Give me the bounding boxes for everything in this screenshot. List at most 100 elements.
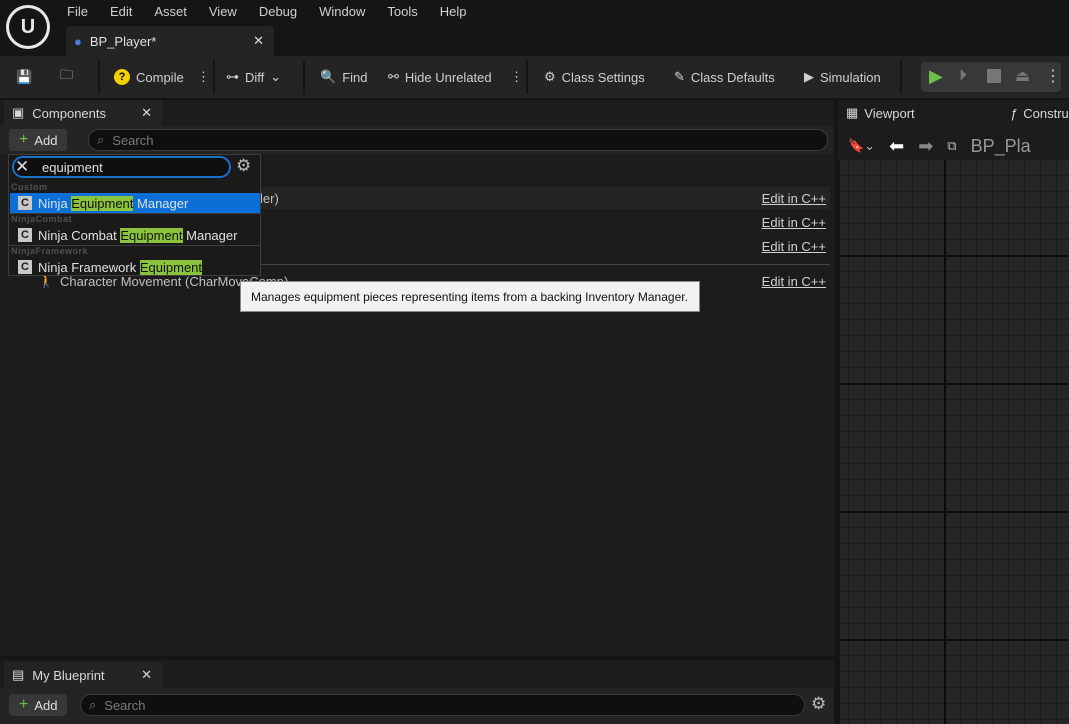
class-defaults-label: Class Defaults — [690, 69, 775, 85]
components-icon: ▣ — [12, 105, 25, 120]
stop-icon[interactable] — [987, 69, 1001, 83]
document-tab[interactable]: ● BP_Player* ✕ — [66, 26, 274, 56]
edit-in-cpp-link[interactable]: Edit in C++ — [762, 239, 826, 254]
tab-title: BP_Player* — [89, 33, 157, 49]
menu-edit[interactable]: Edit — [110, 4, 132, 19]
function-icon: ƒ — [1010, 105, 1018, 121]
simulation-button[interactable]: ▶ Simulation — [804, 56, 881, 98]
viewport-icon: ▦ — [846, 105, 859, 120]
menu-debug[interactable]: Debug — [259, 4, 297, 19]
diff-icon: ⊶ — [226, 69, 239, 84]
hierarchy-icon: ⧉ — [947, 138, 957, 153]
dropdown-item[interactable]: C Ninja Equipment Manager — [10, 193, 260, 213]
clear-search-icon[interactable]: ✕ — [15, 157, 29, 177]
find-icon: 🔍 — [320, 69, 337, 84]
eject-icon[interactable]: ⏏ — [1015, 66, 1030, 86]
search-query: equipment — [42, 159, 103, 175]
graph-nav: 🔖⌄ ⬅ ➡ ⧉ BP_Pla — [840, 130, 1069, 162]
construction-label: Constru — [1023, 105, 1069, 121]
my-blueprint-search-input[interactable]: ⌕ Search — [80, 694, 805, 716]
hide-unrelated-button[interactable]: ⚯ Hide Unrelated — [388, 56, 492, 98]
dropdown-item[interactable]: C Ninja Combat Equipment Manager — [10, 225, 260, 245]
menu-window[interactable]: Window — [319, 4, 365, 19]
hide-unrelated-icon: ⚯ — [388, 69, 399, 84]
class-icon: C — [18, 196, 32, 210]
viewport-tab[interactable]: ▦ Viewport — [838, 100, 998, 126]
gear-icon[interactable]: ⚙ — [236, 156, 251, 176]
search-placeholder: Search — [112, 132, 154, 148]
item-label: Ninja Combat Equipment Manager — [38, 227, 238, 243]
class-settings-button[interactable]: ⚙ Class Settings — [544, 56, 645, 98]
components-tab[interactable]: ▣ Components ✕ — [4, 100, 162, 126]
compile-options-icon[interactable]: ⋮ — [197, 56, 210, 98]
category-label: NinjaFramework — [11, 246, 89, 256]
dropdown-item[interactable]: C Ninja Framework Equipment — [10, 257, 260, 277]
components-search-input[interactable]: ⌕ Search — [88, 129, 828, 151]
more-options-icon[interactable]: ⋮ — [510, 56, 523, 98]
item-label: Ninja Equipment Manager — [38, 195, 189, 211]
simulation-icon: ▶ — [804, 69, 814, 84]
edit-in-cpp-link[interactable]: Edit in C++ — [762, 274, 826, 289]
add-component-button[interactable]: + Add — [9, 129, 68, 151]
find-label: Find — [342, 69, 368, 85]
tooltip: Manages equipment pieces representing it… — [240, 281, 700, 312]
step-icon[interactable]: ⏵ — [959, 67, 967, 85]
gear-icon: ⚙ — [544, 69, 556, 84]
plus-icon: + — [19, 696, 29, 713]
play-icon[interactable]: ▶ — [929, 66, 943, 87]
browse-icon[interactable]: 🗀 — [60, 56, 73, 98]
edit-in-cpp-link[interactable]: Edit in C++ — [762, 215, 826, 230]
forward-arrow-icon[interactable]: ➡ — [918, 136, 933, 157]
menu-view[interactable]: View — [209, 4, 237, 19]
construction-tab[interactable]: ƒ Constru — [1002, 100, 1069, 126]
search-icon: ⌕ — [97, 132, 105, 147]
add-button[interactable]: + Add — [9, 694, 68, 716]
hide-unrelated-label: Hide Unrelated — [404, 69, 492, 85]
blueprint-icon: ● — [74, 33, 82, 49]
main-menu: File Edit Asset View Debug Window Tools … — [67, 4, 489, 19]
close-tab-icon[interactable]: ✕ — [253, 33, 264, 49]
category-label: Custom — [11, 182, 48, 192]
menu-file[interactable]: File — [67, 4, 88, 19]
class-settings-label: Class Settings — [561, 69, 645, 85]
gear-icon[interactable]: ⚙ — [811, 694, 826, 714]
component-label: ler) — [260, 190, 279, 206]
class-icon: C — [18, 228, 32, 242]
my-blueprint-title: My Blueprint — [32, 667, 105, 683]
play-options-icon[interactable]: ⋮ — [1045, 66, 1061, 86]
search-icon: ⌕ — [89, 697, 97, 712]
search-placeholder: Search — [104, 697, 146, 713]
pencil-icon: ✎ — [674, 69, 685, 84]
back-arrow-icon[interactable]: ⬅ — [889, 136, 904, 157]
play-controls: ▶ ⏵ ⏏ ⋮ — [921, 62, 1061, 92]
class-icon: C — [18, 260, 32, 274]
diff-button[interactable]: ⊶ Diff ⌄ — [226, 56, 281, 98]
graph-canvas[interactable] — [840, 160, 1069, 724]
unreal-logo[interactable]: U — [6, 5, 50, 49]
menu-asset[interactable]: Asset — [154, 4, 187, 19]
menu-help[interactable]: Help — [440, 4, 467, 19]
save-icon[interactable]: 💾 — [16, 56, 32, 98]
category-label: NinjaCombat — [11, 214, 73, 224]
my-blueprint-tab[interactable]: ▤ My Blueprint ✕ — [4, 662, 162, 688]
blueprint-book-icon: ▤ — [12, 667, 25, 682]
find-button[interactable]: 🔍 Find — [320, 56, 367, 98]
viewport-label: Viewport — [864, 105, 915, 121]
diff-label: Diff — [245, 69, 265, 85]
plus-icon: + — [19, 131, 29, 148]
dropdown-search-input[interactable]: equipment — [12, 156, 231, 178]
compile-label: Compile — [136, 69, 184, 85]
edit-in-cpp-link[interactable]: Edit in C++ — [762, 191, 826, 206]
toolbar: 💾 🗀 ? Compile ⋮ ⊶ Diff ⌄ 🔍 Find ⚯ Hide Unrela… — [0, 56, 1069, 98]
close-panel-icon[interactable]: ✕ — [141, 105, 152, 121]
bookmark-icon[interactable]: 🔖⌄ — [848, 138, 875, 154]
compile-button[interactable]: ? Compile — [114, 56, 184, 98]
close-panel-icon[interactable]: ✕ — [141, 667, 152, 683]
menu-tools[interactable]: Tools — [387, 4, 417, 19]
class-defaults-button[interactable]: ✎ Class Defaults — [674, 56, 775, 98]
add-label: Add — [34, 697, 58, 713]
simulation-label: Simulation — [820, 69, 881, 85]
components-title: Components — [32, 105, 107, 121]
compile-status-icon: ? — [114, 69, 130, 85]
graph-breadcrumb: BP_Pla — [970, 135, 1031, 156]
